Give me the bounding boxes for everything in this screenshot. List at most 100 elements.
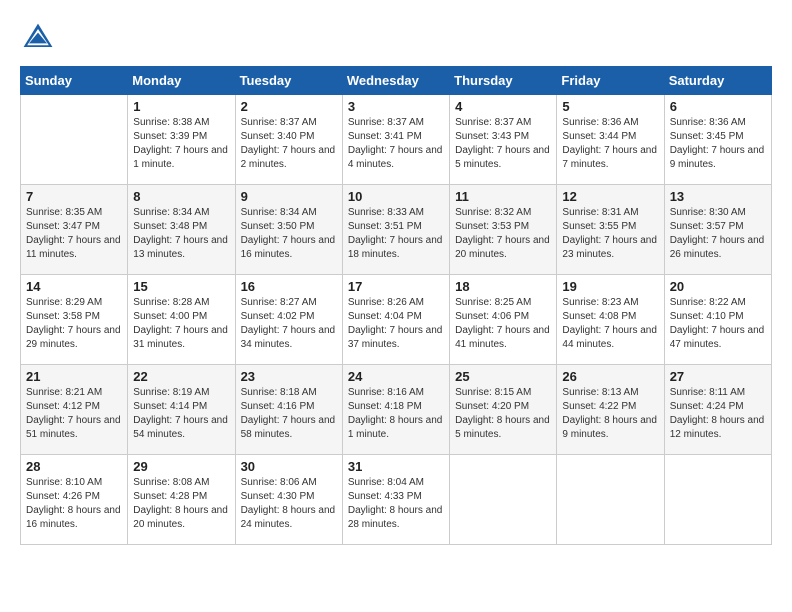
day-info: Sunrise: 8:25 AMSunset: 4:06 PMDaylight:… — [455, 296, 551, 352]
day-number: 4 — [455, 99, 551, 114]
calendar-cell: 15 Sunrise: 8:28 AMSunset: 4:00 PMDayligh… — [128, 275, 235, 365]
day-number: 1 — [133, 99, 229, 114]
day-number: 26 — [562, 369, 658, 384]
calendar-week-row: 21 Sunrise: 8:21 AMSunset: 4:12 PMDayligh… — [21, 365, 772, 455]
day-info: Sunrise: 8:06 AMSunset: 4:30 PMDaylight:… — [241, 476, 337, 532]
day-info: Sunrise: 8:22 AMSunset: 4:10 PMDaylight:… — [670, 296, 766, 352]
calendar-cell: 30 Sunrise: 8:06 AMSunset: 4:30 PMDayligh… — [235, 455, 342, 545]
day-number: 25 — [455, 369, 551, 384]
calendar-cell: 3Sunrise: 8:37 AMSunset: 3:41 PMDaylight… — [342, 95, 449, 185]
day-info: Sunrise: 8:32 AMSunset: 3:53 PMDaylight:… — [455, 206, 551, 262]
day-number: 15 — [133, 279, 229, 294]
calendar-cell: 25 Sunrise: 8:15 AMSunset: 4:20 PMDayligh… — [450, 365, 557, 455]
calendar-cell: 1 Sunrise: 8:38 AMSunset: 3:39 PMDaylight… — [128, 95, 235, 185]
day-number: 8 — [133, 189, 229, 204]
calendar-cell: 13 Sunrise: 8:30 AMSunset: 3:57 PMDayligh… — [664, 185, 771, 275]
day-number: 17 — [348, 279, 444, 294]
day-info: Sunrise: 8:21 AMSunset: 4:12 PMDaylight:… — [26, 386, 122, 442]
day-info: Sunrise: 8:36 AMSunset: 3:44 PMDaylight:… — [562, 116, 658, 172]
day-number: 20 — [670, 279, 766, 294]
day-number: 27 — [670, 369, 766, 384]
day-number: 11 — [455, 189, 551, 204]
day-info: Sunrise: 8:30 AMSunset: 3:57 PMDaylight:… — [670, 206, 766, 262]
calendar-cell: 19Sunrise: 8:23 AMSunset: 4:08 PMDayligh… — [557, 275, 664, 365]
header-sunday: Sunday — [21, 67, 128, 95]
calendar-table: SundayMondayTuesdayWednesdayThursdayFrid… — [20, 66, 772, 545]
calendar-week-row: 14Sunrise: 8:29 AMSunset: 3:58 PMDayligh… — [21, 275, 772, 365]
day-number: 21 — [26, 369, 122, 384]
day-info: Sunrise: 8:11 AMSunset: 4:24 PMDaylight:… — [670, 386, 766, 442]
calendar-cell: 12Sunrise: 8:31 AMSunset: 3:55 PMDayligh… — [557, 185, 664, 275]
day-info: Sunrise: 8:13 AMSunset: 4:22 PMDaylight:… — [562, 386, 658, 442]
day-number: 30 — [241, 459, 337, 474]
day-number: 5 — [562, 99, 658, 114]
day-number: 10 — [348, 189, 444, 204]
calendar-cell: 7 Sunrise: 8:35 AMSunset: 3:47 PMDaylight… — [21, 185, 128, 275]
calendar-cell: 28Sunrise: 8:10 AMSunset: 4:26 PMDayligh… — [21, 455, 128, 545]
calendar-cell: 24 Sunrise: 8:16 AMSunset: 4:18 PMDayligh… — [342, 365, 449, 455]
day-info: Sunrise: 8:34 AMSunset: 3:48 PMDaylight:… — [133, 206, 229, 262]
calendar-cell: 5 Sunrise: 8:36 AMSunset: 3:44 PMDaylight… — [557, 95, 664, 185]
calendar-cell: 29Sunrise: 8:08 AMSunset: 4:28 PMDayligh… — [128, 455, 235, 545]
calendar-cell: 4 Sunrise: 8:37 AMSunset: 3:43 PMDaylight… — [450, 95, 557, 185]
day-info: Sunrise: 8:29 AMSunset: 3:58 PMDaylight:… — [26, 296, 122, 352]
day-info: Sunrise: 8:37 AMSunset: 3:43 PMDaylight:… — [455, 116, 551, 172]
day-info: Sunrise: 8:36 AMSunset: 3:45 PMDaylight:… — [670, 116, 766, 172]
calendar-cell: 18 Sunrise: 8:25 AMSunset: 4:06 PMDayligh… — [450, 275, 557, 365]
day-number: 3 — [348, 99, 444, 114]
day-info: Sunrise: 8:16 AMSunset: 4:18 PMDaylight:… — [348, 386, 444, 442]
logo — [20, 20, 60, 56]
header-saturday: Saturday — [664, 67, 771, 95]
calendar-week-row: 1 Sunrise: 8:38 AMSunset: 3:39 PMDaylight… — [21, 95, 772, 185]
day-number: 9 — [241, 189, 337, 204]
day-info: Sunrise: 8:15 AMSunset: 4:20 PMDaylight:… — [455, 386, 551, 442]
day-number: 12 — [562, 189, 658, 204]
logo-icon — [20, 20, 56, 56]
day-info: Sunrise: 8:26 AMSunset: 4:04 PMDaylight:… — [348, 296, 444, 352]
calendar-cell: 10 Sunrise: 8:33 AMSunset: 3:51 PMDayligh… — [342, 185, 449, 275]
day-number: 29 — [133, 459, 229, 474]
calendar-cell: 23 Sunrise: 8:18 AMSunset: 4:16 PMDayligh… — [235, 365, 342, 455]
day-number: 18 — [455, 279, 551, 294]
calendar-cell: 9 Sunrise: 8:34 AMSunset: 3:50 PMDaylight… — [235, 185, 342, 275]
calendar-cell: 2Sunrise: 8:37 AMSunset: 3:40 PMDaylight… — [235, 95, 342, 185]
calendar-cell: 26 Sunrise: 8:13 AMSunset: 4:22 PMDayligh… — [557, 365, 664, 455]
day-info: Sunrise: 8:33 AMSunset: 3:51 PMDaylight:… — [348, 206, 444, 262]
header-thursday: Thursday — [450, 67, 557, 95]
calendar-cell — [450, 455, 557, 545]
day-info: Sunrise: 8:04 AMSunset: 4:33 PMDaylight:… — [348, 476, 444, 532]
day-number: 6 — [670, 99, 766, 114]
day-info: Sunrise: 8:23 AMSunset: 4:08 PMDaylight:… — [562, 296, 658, 352]
calendar-cell: 22 Sunrise: 8:19 AMSunset: 4:14 PMDayligh… — [128, 365, 235, 455]
calendar-cell: 8 Sunrise: 8:34 AMSunset: 3:48 PMDaylight… — [128, 185, 235, 275]
calendar-cell: 14Sunrise: 8:29 AMSunset: 3:58 PMDayligh… — [21, 275, 128, 365]
calendar-cell — [664, 455, 771, 545]
header-monday: Monday — [128, 67, 235, 95]
day-info: Sunrise: 8:28 AMSunset: 4:00 PMDaylight:… — [133, 296, 229, 352]
page-header — [20, 20, 772, 56]
calendar-cell: 16 Sunrise: 8:27 AMSunset: 4:02 PMDayligh… — [235, 275, 342, 365]
day-number: 13 — [670, 189, 766, 204]
day-number: 23 — [241, 369, 337, 384]
day-number: 7 — [26, 189, 122, 204]
day-info: Sunrise: 8:18 AMSunset: 4:16 PMDaylight:… — [241, 386, 337, 442]
day-info: Sunrise: 8:35 AMSunset: 3:47 PMDaylight:… — [26, 206, 122, 262]
calendar-cell: 20 Sunrise: 8:22 AMSunset: 4:10 PMDayligh… — [664, 275, 771, 365]
header-tuesday: Tuesday — [235, 67, 342, 95]
calendar-cell: 31 Sunrise: 8:04 AMSunset: 4:33 PMDayligh… — [342, 455, 449, 545]
day-number: 16 — [241, 279, 337, 294]
calendar-cell — [21, 95, 128, 185]
day-number: 24 — [348, 369, 444, 384]
calendar-week-row: 7 Sunrise: 8:35 AMSunset: 3:47 PMDaylight… — [21, 185, 772, 275]
day-info: Sunrise: 8:34 AMSunset: 3:50 PMDaylight:… — [241, 206, 337, 262]
header-friday: Friday — [557, 67, 664, 95]
day-info: Sunrise: 8:27 AMSunset: 4:02 PMDaylight:… — [241, 296, 337, 352]
header-wednesday: Wednesday — [342, 67, 449, 95]
day-number: 31 — [348, 459, 444, 474]
calendar-header-row: SundayMondayTuesdayWednesdayThursdayFrid… — [21, 67, 772, 95]
calendar-cell — [557, 455, 664, 545]
day-info: Sunrise: 8:19 AMSunset: 4:14 PMDaylight:… — [133, 386, 229, 442]
day-info: Sunrise: 8:37 AMSunset: 3:40 PMDaylight:… — [241, 116, 337, 172]
day-number: 22 — [133, 369, 229, 384]
day-info: Sunrise: 8:38 AMSunset: 3:39 PMDaylight:… — [133, 116, 229, 172]
